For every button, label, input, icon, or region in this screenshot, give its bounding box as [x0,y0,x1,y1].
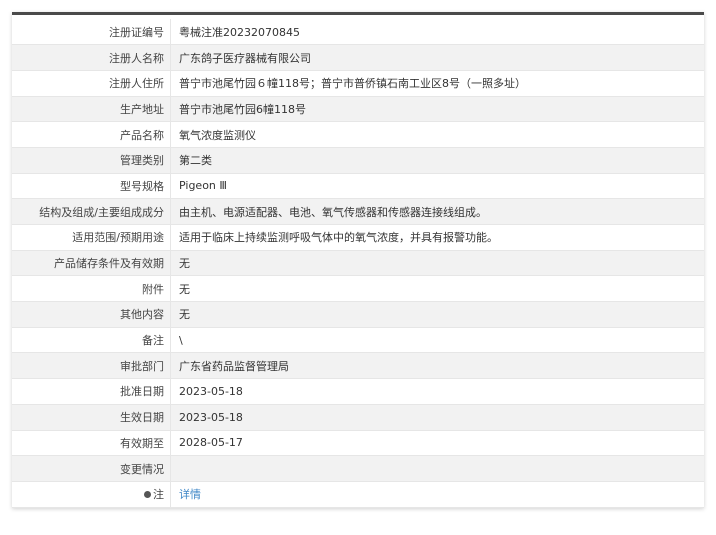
row-label: 产品储存条件及有效期 [12,250,171,277]
registration-detail-table: 注册证编号 粤械注准20232070845 注册人名称 广东鸽子医疗器械有限公司 注… [12,19,704,508]
row-value: 普宁市池尾竹园6幢118号 [170,96,704,123]
row-label: 管理类别 [12,147,171,174]
table-row: 型号规格 Pigeon Ⅲ [12,173,704,200]
row-value: 无 [170,275,704,303]
table-row: 结构及组成/主要组成成分 由主机、电源适配器、电池、氧气传感器和传感器连接线组成。 [12,198,704,225]
table-row: 附件无 [12,275,704,303]
row-label: 注册证编号 [12,19,171,46]
row-value: 无 [170,301,704,328]
table-row: 产品名称 氧气浓度监测仪 [12,121,704,148]
row-label: 附件 [12,275,171,303]
row-value: \ [170,327,704,354]
row-label: 适用范围/预期用途 [12,224,171,251]
details-link[interactable]: 详情 [170,481,704,508]
note-icon [144,490,151,498]
table-row: 备注 \ [12,327,704,354]
table-row: 适用范围/预期用途 适用于临床上持续监测呼吸气体中的氧气浓度，并具有报警功能。 [12,224,704,251]
row-label: 生产地址 [12,96,171,123]
row-label: 备注 [12,327,171,354]
row-value: Pigeon Ⅲ [170,173,704,200]
table-row: 生产地址 普宁市池尾竹园6幢118号 [12,96,704,123]
row-value: 氧气浓度监测仪 [170,121,704,148]
table-row: 注册证编号 粤械注准20232070845 [12,19,704,46]
registration-detail-panel: 注册证编号 粤械注准20232070845 注册人名称 广东鸽子医疗器械有限公司 注… [12,12,704,508]
row-label: 审批部门 [12,352,171,380]
row-label: 注册人名称 [12,44,171,71]
row-value: 2023-05-18 [170,404,704,431]
table-row: 有效期至 2028-05-17 [12,430,704,457]
row-label: 生效日期 [12,404,171,431]
note-label-cell: 注 [12,481,171,508]
row-label: 其他内容 [12,301,171,328]
row-label: 型号规格 [12,173,171,200]
table-row: 其他内容无 [12,301,704,328]
row-label: 变更情况 [12,455,171,482]
table-row: 审批部门 广东省药品监督管理局 [12,352,704,380]
row-value: 适用于临床上持续监测呼吸气体中的氧气浓度，并具有报警功能。 [170,224,704,251]
table-row: 变更情况 [12,455,704,482]
row-value: 无 [170,250,704,277]
note-row: 注 详情 [12,481,704,508]
row-value: 粤械注准20232070845 [170,19,704,46]
row-label: 有效期至 [12,430,171,457]
table-row: 注册人名称 广东鸽子医疗器械有限公司 [12,44,704,71]
row-label: 结构及组成/主要组成成分 [12,198,171,225]
row-value: 2023-05-18 [170,378,704,405]
row-label: 批准日期 [12,378,171,405]
row-value: 由主机、电源适配器、电池、氧气传感器和传感器连接线组成。 [170,198,704,225]
note-label: 注 [153,488,164,502]
row-value: 广东鸽子医疗器械有限公司 [170,44,704,71]
row-value: 2028-05-17 [170,430,704,457]
row-value: 广东省药品监督管理局 [170,352,704,380]
table-row: 批准日期 2023-05-18 [12,378,704,405]
table-row: 管理类别 第二类 [12,147,704,174]
row-label: 注册人住所 [12,70,171,97]
table-row: 产品储存条件及有效期无 [12,250,704,277]
row-label: 产品名称 [12,121,171,148]
table-row: 生效日期 2023-05-18 [12,404,704,431]
row-value [170,455,704,482]
table-row: 注册人住所 普宁市池尾竹园６幢118号；普宁市普侨镇石南工业区8号（一照多址） [12,70,704,97]
row-value: 普宁市池尾竹园６幢118号；普宁市普侨镇石南工业区8号（一照多址） [170,70,704,97]
row-value: 第二类 [170,147,704,174]
